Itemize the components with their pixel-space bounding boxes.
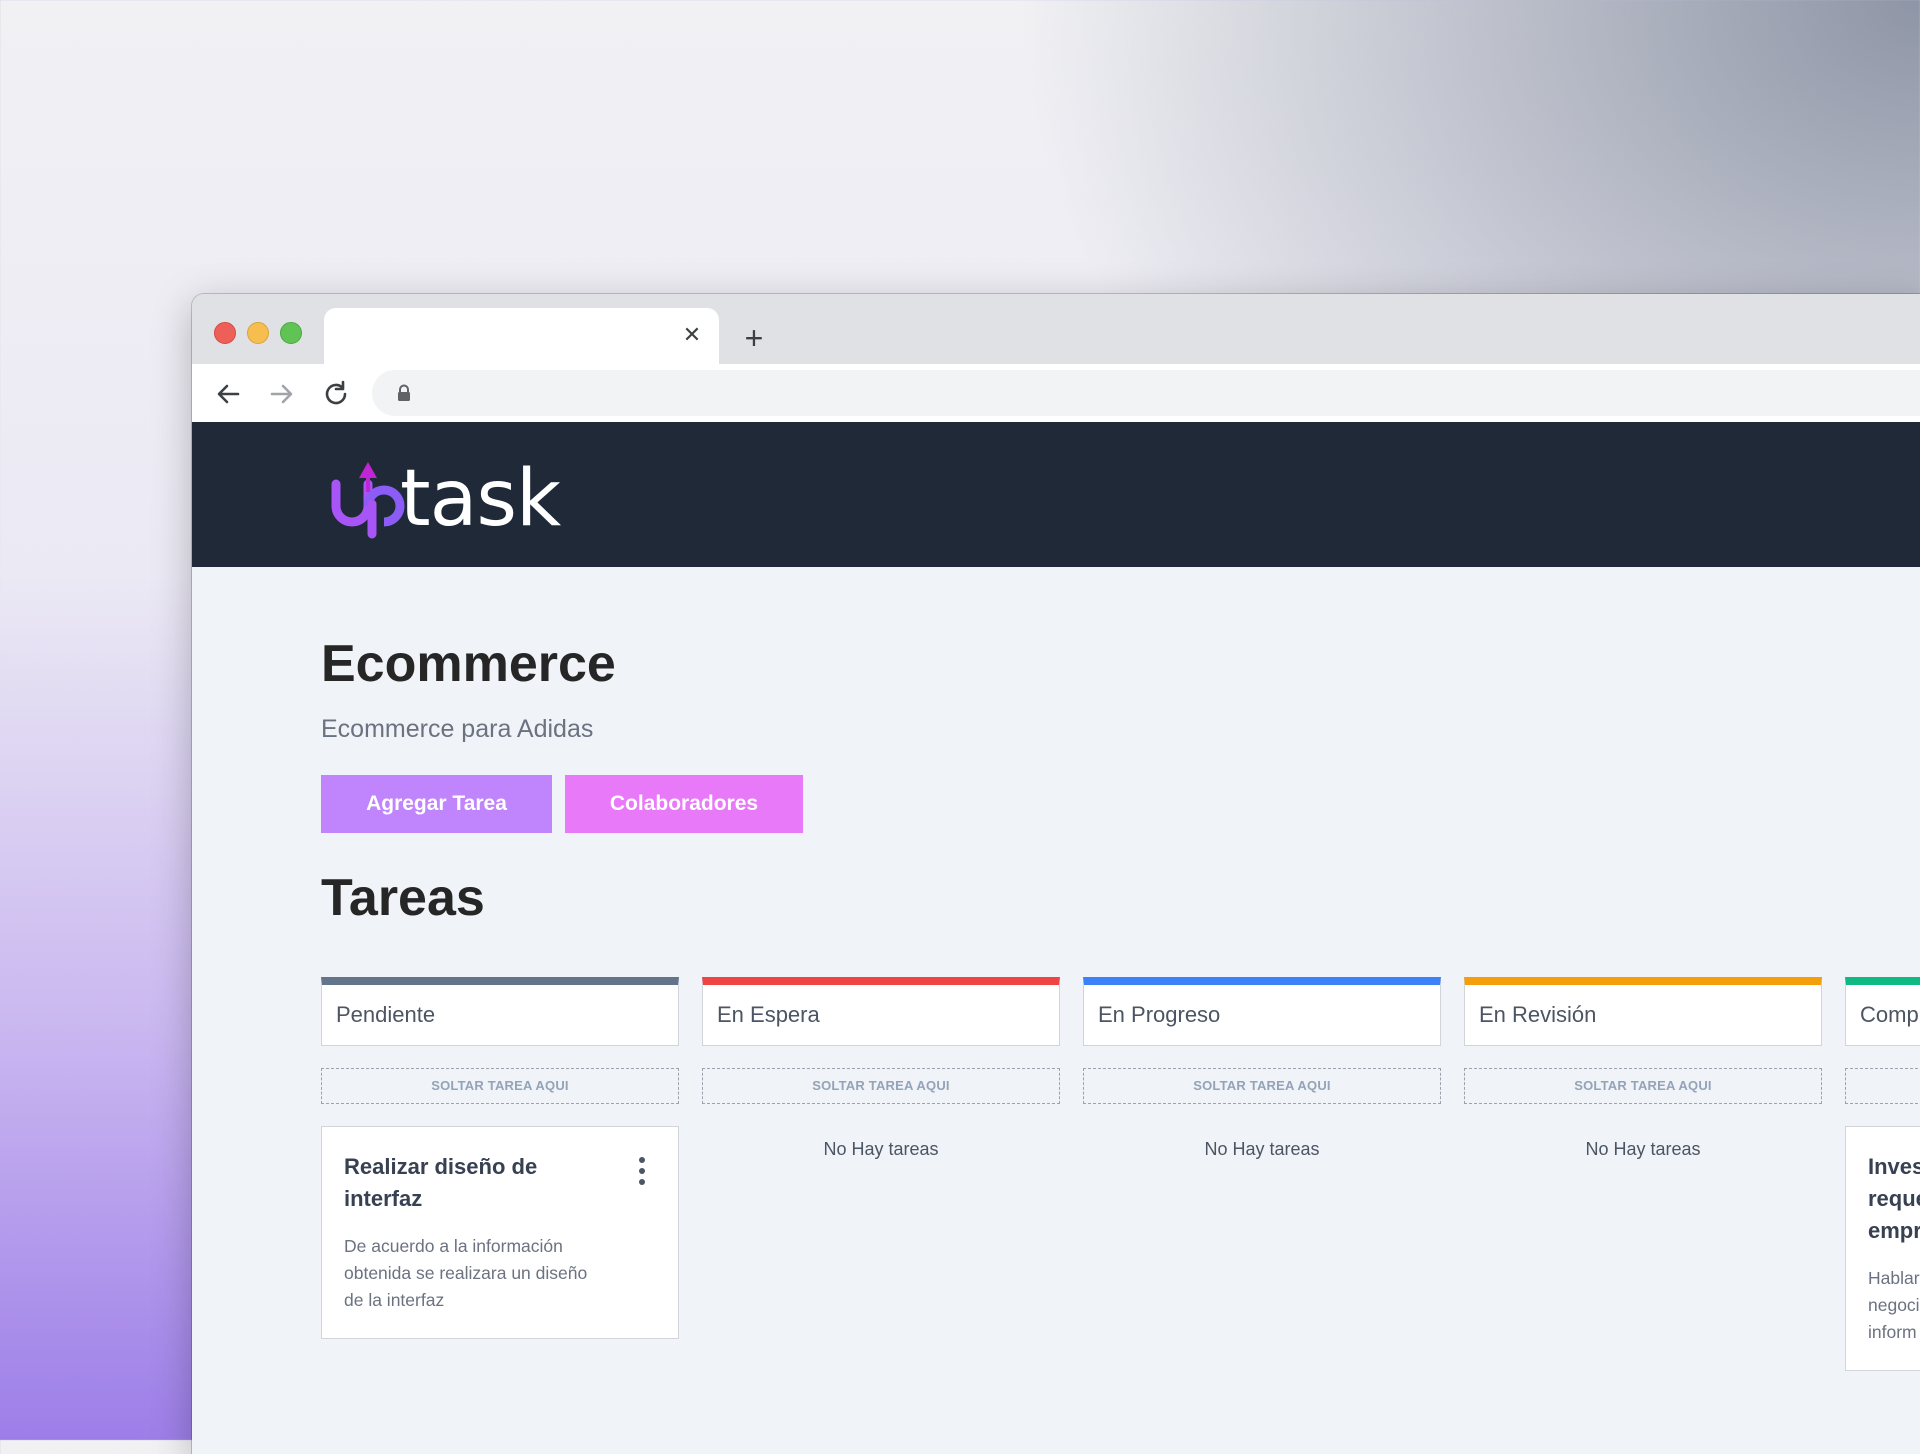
column-header: Pendiente	[321, 977, 679, 1046]
close-window-button[interactable]	[214, 322, 236, 344]
forward-arrow-icon[interactable]	[266, 378, 298, 410]
more-options-icon[interactable]	[638, 1157, 646, 1189]
column-en-progreso: En Progreso SOLTAR TAREA AQUI No Hay tar…	[1083, 977, 1441, 1160]
add-task-button[interactable]: Agregar Tarea	[321, 775, 552, 833]
tasks-title: Tareas	[321, 869, 485, 927]
empty-state: No Hay tareas	[1585, 1139, 1701, 1159]
column-header: En Espera	[702, 977, 1060, 1046]
address-bar[interactable]	[372, 370, 1920, 416]
task-title: Realizar diseño de interfaz	[344, 1154, 538, 1211]
uptask-logo[interactable]: task	[328, 454, 568, 544]
logo-mark-icon	[331, 462, 405, 539]
maximize-window-button[interactable]	[280, 322, 302, 344]
task-description: Hablar negoci inform	[1868, 1268, 1920, 1342]
empty-state: No Hay tareas	[1204, 1139, 1320, 1159]
empty-state: No Hay tareas	[823, 1139, 939, 1159]
drop-zone[interactable]: SOLTAR TAREA AQUI	[321, 1068, 679, 1104]
column-en-revision: En Revisión SOLTAR TAREA AQUI No Hay tar…	[1464, 977, 1822, 1160]
collaborators-button[interactable]: Colaboradores	[565, 775, 803, 833]
app-header: task	[192, 422, 1920, 567]
column-en-espera: En Espera SOLTAR TAREA AQUI No Hay tarea…	[702, 977, 1060, 1160]
new-tab-button[interactable]: +	[736, 322, 772, 358]
drop-zone[interactable]: SOLTAR TAREA AQUI	[1464, 1068, 1822, 1104]
task-description: De acuerdo a la información obtenida se …	[344, 1236, 588, 1310]
drop-zone[interactable]: SOLTAR TAREA AQUI	[1083, 1068, 1441, 1104]
task-title: Inves reque empr	[1868, 1154, 1920, 1243]
column-completado: Comp Inves reque empr Hablar negoci info…	[1845, 977, 1920, 1371]
project-page: Ecommerce Ecommerce para Adidas Agregar …	[192, 567, 1920, 1454]
back-arrow-icon[interactable]	[212, 378, 244, 410]
project-title: Ecommerce	[321, 635, 616, 693]
minimize-window-button[interactable]	[247, 322, 269, 344]
project-description: Ecommerce para Adidas	[321, 715, 594, 743]
browser-window: ✕ + task Ecommerce Ecommerce para Adidas…	[192, 294, 1920, 1454]
task-card[interactable]: Realizar diseño de interfaz De acuerdo a…	[321, 1126, 679, 1339]
reload-icon[interactable]	[320, 378, 352, 410]
lock-icon	[396, 384, 412, 402]
browser-tab[interactable]: ✕	[324, 308, 719, 364]
drop-zone[interactable]	[1845, 1068, 1920, 1104]
close-icon[interactable]: ✕	[679, 322, 705, 348]
column-header: En Revisión	[1464, 977, 1822, 1046]
task-card[interactable]: Inves reque empr Hablar negoci inform	[1845, 1126, 1920, 1371]
column-header: Comp	[1845, 977, 1920, 1046]
column-pendiente: Pendiente SOLTAR TAREA AQUI Realizar dis…	[321, 977, 679, 1339]
browser-toolbar	[192, 364, 1920, 422]
logo-text: task	[400, 454, 561, 544]
drop-zone[interactable]: SOLTAR TAREA AQUI	[702, 1068, 1060, 1104]
tab-bar: ✕ +	[192, 294, 1920, 364]
column-header: En Progreso	[1083, 977, 1441, 1046]
